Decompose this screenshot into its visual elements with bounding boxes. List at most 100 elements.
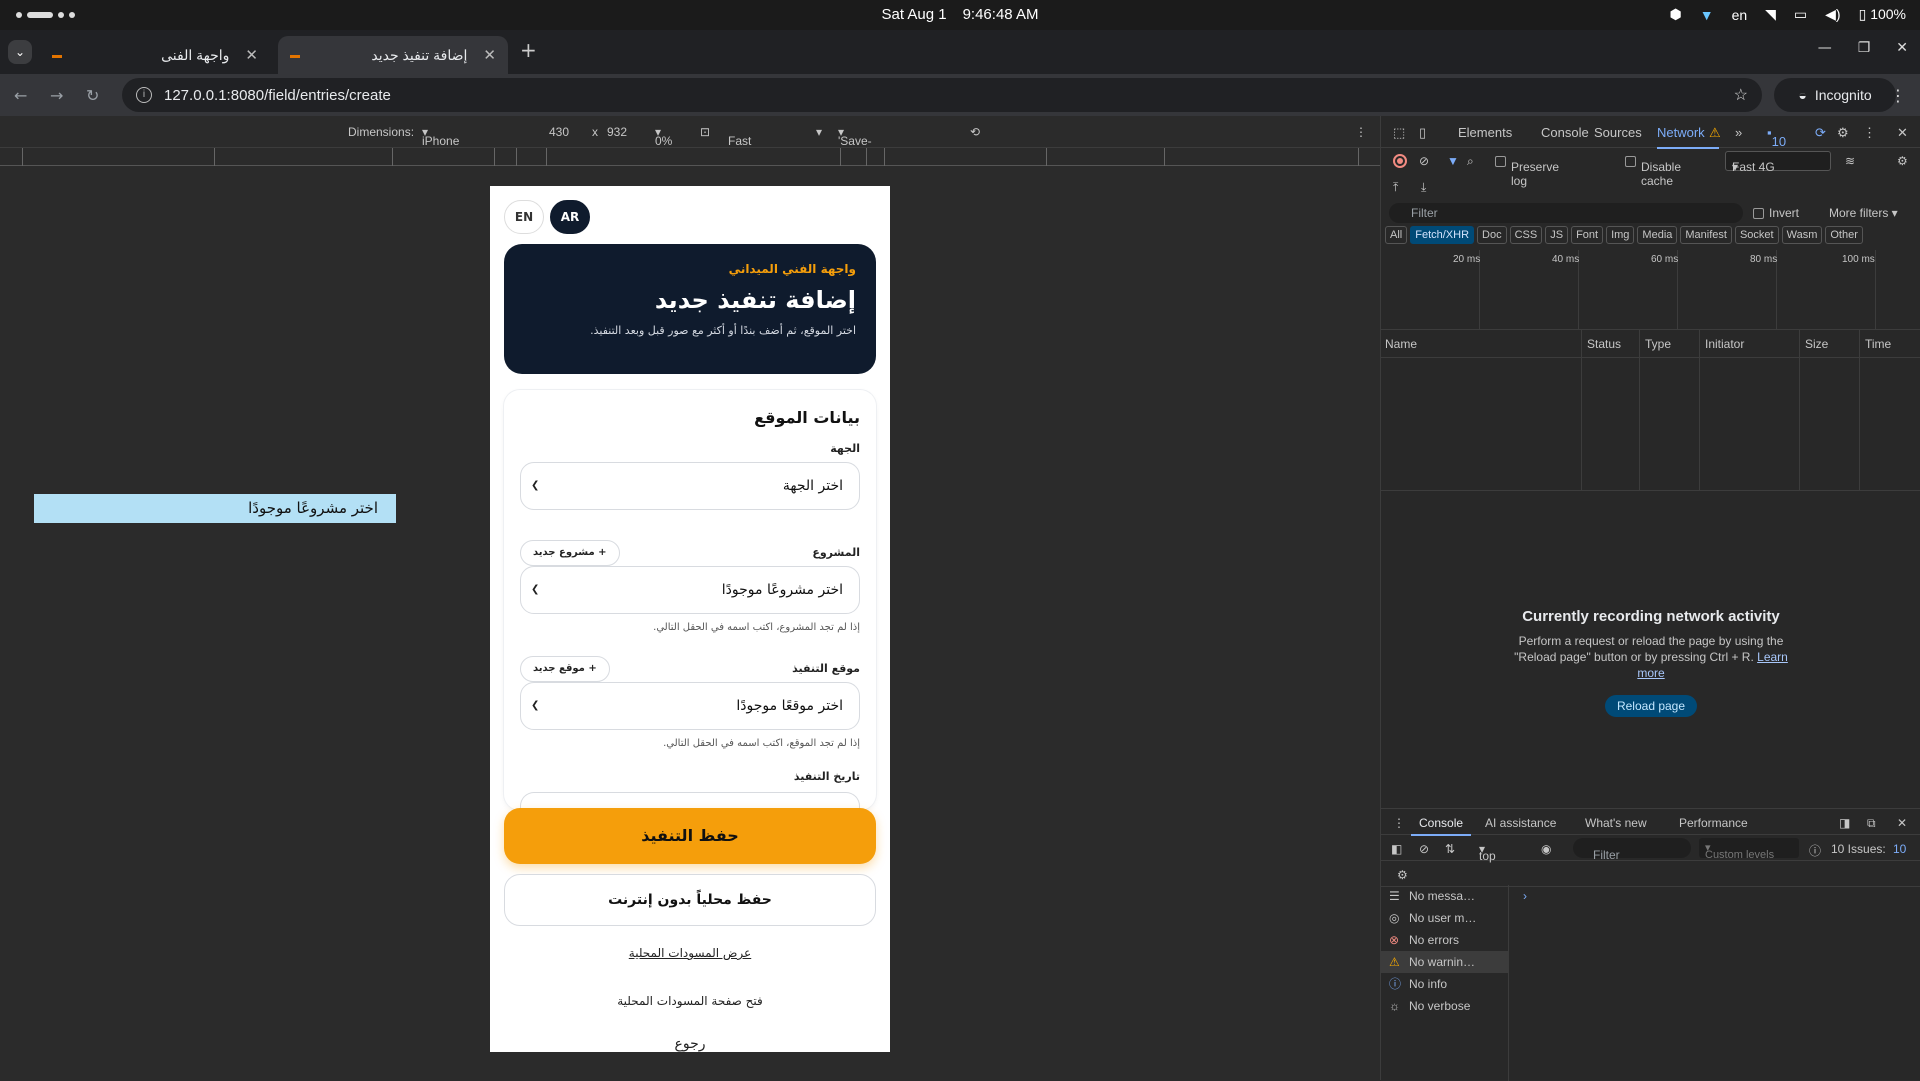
close-devtools-icon[interactable]: ✕: [1897, 125, 1908, 141]
export-har-icon[interactable]: ⤓: [1421, 180, 1426, 195]
col-status[interactable]: Status: [1587, 337, 1621, 351]
keyboard-icon[interactable]: ▭: [1794, 6, 1807, 23]
sidebar-user-messages[interactable]: ◎ No user m…: [1381, 907, 1508, 929]
type-js[interactable]: JS: [1545, 226, 1569, 244]
save-data-select[interactable]: 'Save-Data': default ▾: [838, 125, 874, 176]
sidebar-errors[interactable]: ⊗ No errors: [1381, 929, 1508, 951]
type-fetch-xhr[interactable]: Fetch/XHR: [1410, 226, 1475, 244]
more-filters-button[interactable]: More filters ▾: [1829, 206, 1898, 220]
width-input[interactable]: 430: [549, 125, 569, 139]
rotate-icon[interactable]: ⟲: [970, 125, 980, 139]
type-doc[interactable]: Doc: [1477, 226, 1507, 244]
col-initiator[interactable]: Initiator: [1705, 337, 1744, 351]
bookmark-star-icon[interactable]: ☆: [1734, 85, 1748, 105]
new-site-button[interactable]: + موقع جديد: [520, 656, 610, 682]
entity-select[interactable]: اختر الجهة ❯: [520, 462, 860, 510]
new-tab-button[interactable]: +: [520, 38, 537, 62]
col-name[interactable]: Name: [1385, 337, 1417, 351]
cube-icon[interactable]: ⬢: [1669, 6, 1681, 23]
dropdown-overlay-option[interactable]: اختر مشروعًا موجودًا: [34, 494, 396, 523]
inspect-icon[interactable]: ⬚: [1393, 125, 1405, 141]
col-type[interactable]: Type: [1645, 337, 1671, 351]
battery-indicator[interactable]: ▯ 100%: [1859, 6, 1906, 23]
type-img[interactable]: Img: [1606, 226, 1635, 244]
sidebar-info[interactable]: ⓘ No info: [1381, 973, 1508, 995]
sync-icon[interactable]: ⟳: [1815, 125, 1826, 141]
view-drafts-link[interactable]: عرض المسودات المحلية: [504, 946, 876, 960]
type-manifest[interactable]: Manifest: [1680, 226, 1732, 244]
tab-add-entry[interactable]: ▬ إضافة تنفيذ جديد ✕: [278, 36, 508, 74]
wifi-icon[interactable]: ◥: [1765, 6, 1776, 23]
forward-icon[interactable]: →: [50, 86, 63, 105]
drawer-menu-icon[interactable]: ⋮: [1393, 816, 1405, 830]
new-project-button[interactable]: + مشروع جديد: [520, 540, 620, 566]
device-toggle-icon[interactable]: ▯: [1419, 125, 1426, 141]
undock-icon[interactable]: ⧉: [1867, 816, 1876, 831]
save-offline-button[interactable]: حفظ محلياً بدون إنترنت: [504, 874, 876, 926]
drawer-tab-ai[interactable]: AI assistance: [1485, 816, 1556, 830]
preserve-log-checkbox[interactable]: Preserve log: [1495, 154, 1559, 188]
screenshot-icon[interactable]: ⊡: [700, 125, 710, 139]
close-drawer-icon[interactable]: ✕: [1897, 816, 1907, 830]
network-throttle-select[interactable]: Fast 4G ▾: [1725, 151, 1831, 174]
clear-console-icon[interactable]: ⊘: [1419, 842, 1429, 856]
tab-search-button[interactable]: ⌄: [8, 40, 32, 64]
restore-icon[interactable]: ❐: [1858, 40, 1871, 56]
tab-field-ui[interactable]: ▬ واجهة الفنى ✕: [40, 36, 270, 74]
tab-sources[interactable]: Sources: [1594, 125, 1642, 140]
zoom-select[interactable]: 0% ▾: [655, 125, 672, 148]
type-wasm[interactable]: Wasm: [1781, 226, 1823, 244]
record-icon[interactable]: [1393, 154, 1407, 168]
log-levels-select[interactable]: Custom levels ▾: [1699, 838, 1799, 861]
network-settings-icon[interactable]: ⚙: [1897, 154, 1908, 168]
close-window-icon[interactable]: ✕: [1896, 40, 1908, 56]
project-select[interactable]: اختر مشروعًا موجودًا ❯: [520, 566, 860, 614]
tab-console[interactable]: Console: [1541, 125, 1589, 140]
open-drafts-page-link[interactable]: فتح صفحة المسودات المحلية: [504, 994, 876, 1008]
sidebar-warnings[interactable]: ⚠ No warnin…: [1381, 951, 1508, 973]
search-icon[interactable]: ⌕: [1467, 154, 1474, 169]
invert-checkbox[interactable]: Invert: [1753, 206, 1799, 220]
eye-icon[interactable]: ◉: [1541, 842, 1551, 856]
issues-badge[interactable]: ▪ 10: [1767, 125, 1786, 149]
lang-ar-button[interactable]: AR: [550, 200, 590, 234]
lang-en-button[interactable]: EN: [504, 200, 544, 234]
device-select[interactable]: iPhone 14 Pro Max ▾: [422, 125, 459, 176]
network-conditions-icon[interactable]: ≋: [1845, 154, 1855, 168]
reload-icon[interactable]: ↻: [86, 86, 99, 105]
issues-badge-count[interactable]: 10: [1893, 842, 1906, 856]
save-entry-button[interactable]: حفظ التنفيذ: [504, 808, 876, 864]
import-har-icon[interactable]: ⤒: [1393, 180, 1398, 195]
network-filter-input[interactable]: Filter: [1389, 203, 1743, 223]
devtools-menu-icon[interactable]: ⋮: [1863, 125, 1876, 141]
reload-page-button[interactable]: Reload page: [1604, 695, 1698, 717]
close-tab-icon[interactable]: ✕: [245, 46, 258, 64]
tab-elements[interactable]: Elements: [1458, 125, 1512, 140]
context-select[interactable]: top ▾: [1479, 842, 1496, 863]
minimize-icon[interactable]: —: [1818, 40, 1832, 56]
more-tabs-icon[interactable]: »: [1735, 125, 1742, 140]
col-size[interactable]: Size: [1805, 337, 1828, 351]
clock[interactable]: Sat Aug 1 9:46:48 AM: [0, 6, 1920, 23]
settings-gear-icon[interactable]: ⚙: [1837, 125, 1849, 141]
sidebar-messages[interactable]: ☰ No messa…: [1381, 885, 1508, 907]
type-media[interactable]: Media: [1637, 226, 1678, 244]
device-menu-icon[interactable]: ⋮: [1355, 125, 1367, 139]
height-input[interactable]: 932: [607, 125, 627, 139]
disable-cache-checkbox[interactable]: Disable cache: [1625, 154, 1681, 188]
filter-settings-icon[interactable]: ⇅: [1445, 842, 1455, 856]
console-filter-input[interactable]: Filter: [1573, 838, 1691, 862]
language-indicator[interactable]: en: [1732, 7, 1748, 23]
site-select[interactable]: اختر موقعًا موجودًا ❯: [520, 682, 860, 730]
filter-icon[interactable]: ▼: [1447, 154, 1459, 168]
site-info-icon[interactable]: i: [136, 87, 152, 103]
col-time[interactable]: Time: [1865, 337, 1891, 351]
network-overview[interactable]: 20 ms 40 ms 60 ms 80 ms 100 ms: [1381, 250, 1920, 330]
sidebar-verbose[interactable]: ☼ No verbose: [1381, 995, 1508, 1017]
address-bar[interactable]: i 127.0.0.1:8080/field/entries/create ☆: [122, 78, 1762, 112]
console-settings-icon[interactable]: ⚙: [1397, 868, 1408, 882]
issues-label[interactable]: 10 Issues:: [1831, 842, 1886, 856]
type-css[interactable]: CSS: [1509, 226, 1543, 244]
clear-icon[interactable]: ⊘: [1419, 154, 1429, 168]
drawer-tab-console[interactable]: Console: [1410, 816, 1472, 836]
